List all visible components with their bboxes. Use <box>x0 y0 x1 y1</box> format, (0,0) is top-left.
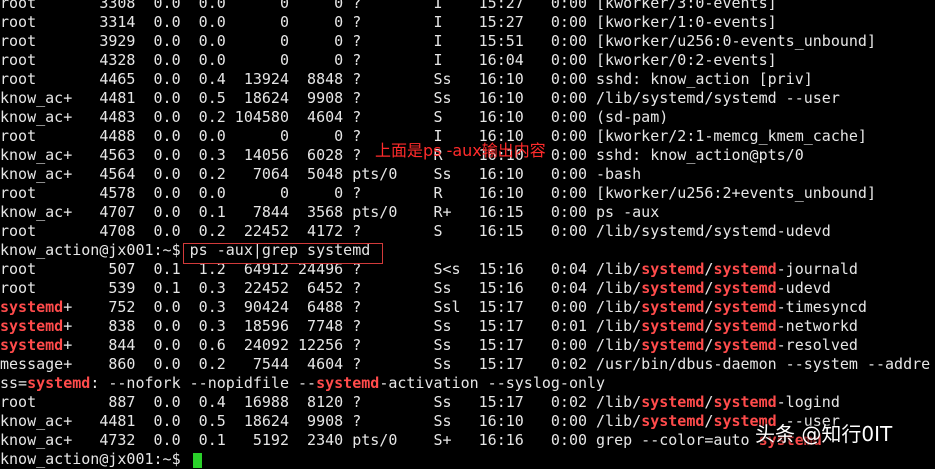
terminal-line: root 887 0.0 0.4 16988 8120 ? Ss 15:17 0… <box>0 393 935 412</box>
terminal-line: know_action@jx001:~$ <box>0 450 935 469</box>
line-text: know_ac+ 4483 0.0 0.2 104580 4604 ? S 16… <box>0 108 669 126</box>
terminal-line: root 507 0.1 1.2 64912 24496 ? S<s 15:16… <box>0 260 935 279</box>
terminal-line: know_ac+ 4483 0.0 0.2 104580 4604 ? S 16… <box>0 108 935 127</box>
line-text: root 3308 0.0 0.0 0 0 ? I 15:27 0:00 [kw… <box>0 0 777 12</box>
terminal-line: know_action@jx001:~$ ps -aux|grep system… <box>0 241 935 260</box>
line-text: root 4328 0.0 0.0 0 0 ? I 16:04 0:00 [kw… <box>0 51 777 69</box>
match-highlight: systemd <box>713 393 777 411</box>
match-highlight: systemd <box>641 393 705 411</box>
terminal-line: root 539 0.1 0.3 22452 6452 ? Ss 15:16 0… <box>0 279 935 298</box>
terminal-line: root 3929 0.0 0.0 0 0 ? I 15:51 0:00 [kw… <box>0 32 935 51</box>
terminal-line: root 4465 0.0 0.4 13924 8848 ? Ss 16:10 … <box>0 70 935 89</box>
line-text: know_ac+ 4481 0.0 0.5 18624 9908 ? Ss 16… <box>0 412 642 430</box>
match-highlight: systemd <box>641 317 705 335</box>
terminal-line: systemd+ 844 0.0 0.6 24092 12256 ? Ss 15… <box>0 336 935 355</box>
line-text: + 838 0.0 0.3 18596 7748 ? Ss 15:17 0:01… <box>63 317 642 335</box>
terminal-line: message+ 860 0.0 0.2 7544 4604 ? Ss 15:1… <box>0 355 935 374</box>
terminal-line: systemd+ 752 0.0 0.3 90424 6488 ? Ssl 15… <box>0 298 935 317</box>
terminal-line: systemd+ 838 0.0 0.3 18596 7748 ? Ss 15:… <box>0 317 935 336</box>
match-highlight: systemd <box>713 336 777 354</box>
line-text: -journald <box>776 260 858 278</box>
line-text: -logind <box>776 393 840 411</box>
line-text: know_action@jx001:~$ <box>0 450 190 468</box>
line-text: root 4578 0.0 0.0 0 0 ? R 16:10 0:00 [kw… <box>0 184 876 202</box>
line-text: -activation --syslog-only <box>379 374 606 392</box>
match-highlight: systemd <box>0 317 64 335</box>
line-text: root 887 0.0 0.4 16988 8120 ? Ss 15:17 0… <box>0 393 642 411</box>
line-text: know_ac+ 4564 0.0 0.2 7064 5048 pts/0 Ss… <box>0 165 642 183</box>
line-text: know_ac+ 4707 0.0 0.1 7844 3568 pts/0 R+… <box>0 203 660 221</box>
line-text: root 4465 0.0 0.4 13924 8848 ? Ss 16:10 … <box>0 70 813 88</box>
terminal-line: root 3314 0.0 0.0 0 0 ? I 15:27 0:00 [kw… <box>0 13 935 32</box>
match-highlight: systemd <box>641 260 705 278</box>
line-text: root 4708 0.0 0.2 22452 4172 ? S 16:15 0… <box>0 222 831 240</box>
match-highlight: systemd <box>641 336 705 354</box>
terminal-line: root 3308 0.0 0.0 0 0 ? I 15:27 0:00 [kw… <box>0 0 935 13</box>
match-highlight: systemd <box>713 298 777 316</box>
line-text: root 539 0.1 0.3 22452 6452 ? Ss 15:16 0… <box>0 279 642 297</box>
command-highlight-box <box>183 243 383 264</box>
line-text: -timesyncd <box>776 298 867 316</box>
line-text: know_ac+ 4732 0.0 0.1 5192 2340 pts/0 S+… <box>0 431 759 449</box>
match-highlight: systemd <box>713 260 777 278</box>
match-highlight: systemd <box>641 298 705 316</box>
annotation-label: 上面是ps -aux输出内容 <box>375 141 546 160</box>
watermark: 头条 @知行0IT <box>755 422 893 446</box>
terminal-line: root 4328 0.0 0.0 0 0 ? I 16:04 0:00 [kw… <box>0 51 935 70</box>
match-highlight: systemd <box>27 374 91 392</box>
terminal-line: root 4578 0.0 0.0 0 0 ? R 16:10 0:00 [kw… <box>0 184 935 203</box>
terminal-line: know_ac+ 4564 0.0 0.2 7064 5048 pts/0 Ss… <box>0 165 935 184</box>
terminal-line: know_ac+ 4481 0.0 0.5 18624 9908 ? Ss 16… <box>0 89 935 108</box>
line-text: + 844 0.0 0.6 24092 12256 ? Ss 15:17 0:0… <box>63 336 642 354</box>
line-text: + 752 0.0 0.3 90424 6488 ? Ssl 15:17 0:0… <box>63 298 642 316</box>
terminal-line: root 4708 0.0 0.2 22452 4172 ? S 16:15 0… <box>0 222 935 241</box>
line-text: : --nofork --nopidfile -- <box>90 374 317 392</box>
match-highlight: systemd <box>316 374 380 392</box>
match-highlight: systemd <box>641 412 705 430</box>
line-text: root 3314 0.0 0.0 0 0 ? I 15:27 0:00 [kw… <box>0 13 777 31</box>
match-highlight: systemd <box>0 336 64 354</box>
match-highlight: systemd <box>0 298 64 316</box>
line-text: know_ac+ 4481 0.0 0.5 18624 9908 ? Ss 16… <box>0 89 840 107</box>
match-highlight: systemd <box>713 279 777 297</box>
line-text: root 3929 0.0 0.0 0 0 ? I 15:51 0:00 [kw… <box>0 32 876 50</box>
match-highlight: systemd <box>641 279 705 297</box>
line-text: -networkd <box>776 317 858 335</box>
terminal-line: ss=systemd: --nofork --nopidfile --syste… <box>0 374 935 393</box>
terminal-output[interactable]: root 3308 0.0 0.0 0 0 ? I 15:27 0:00 [kw… <box>0 0 935 469</box>
terminal-line: know_ac+ 4707 0.0 0.1 7844 3568 pts/0 R+… <box>0 203 935 222</box>
line-text: -udevd <box>776 279 831 297</box>
line-text: message+ 860 0.0 0.2 7544 4604 ? Ss 15:1… <box>0 355 931 373</box>
match-highlight: systemd <box>713 317 777 335</box>
line-text: -resolved <box>776 336 858 354</box>
line-text: ss= <box>0 374 28 392</box>
terminal-cursor <box>193 453 202 468</box>
